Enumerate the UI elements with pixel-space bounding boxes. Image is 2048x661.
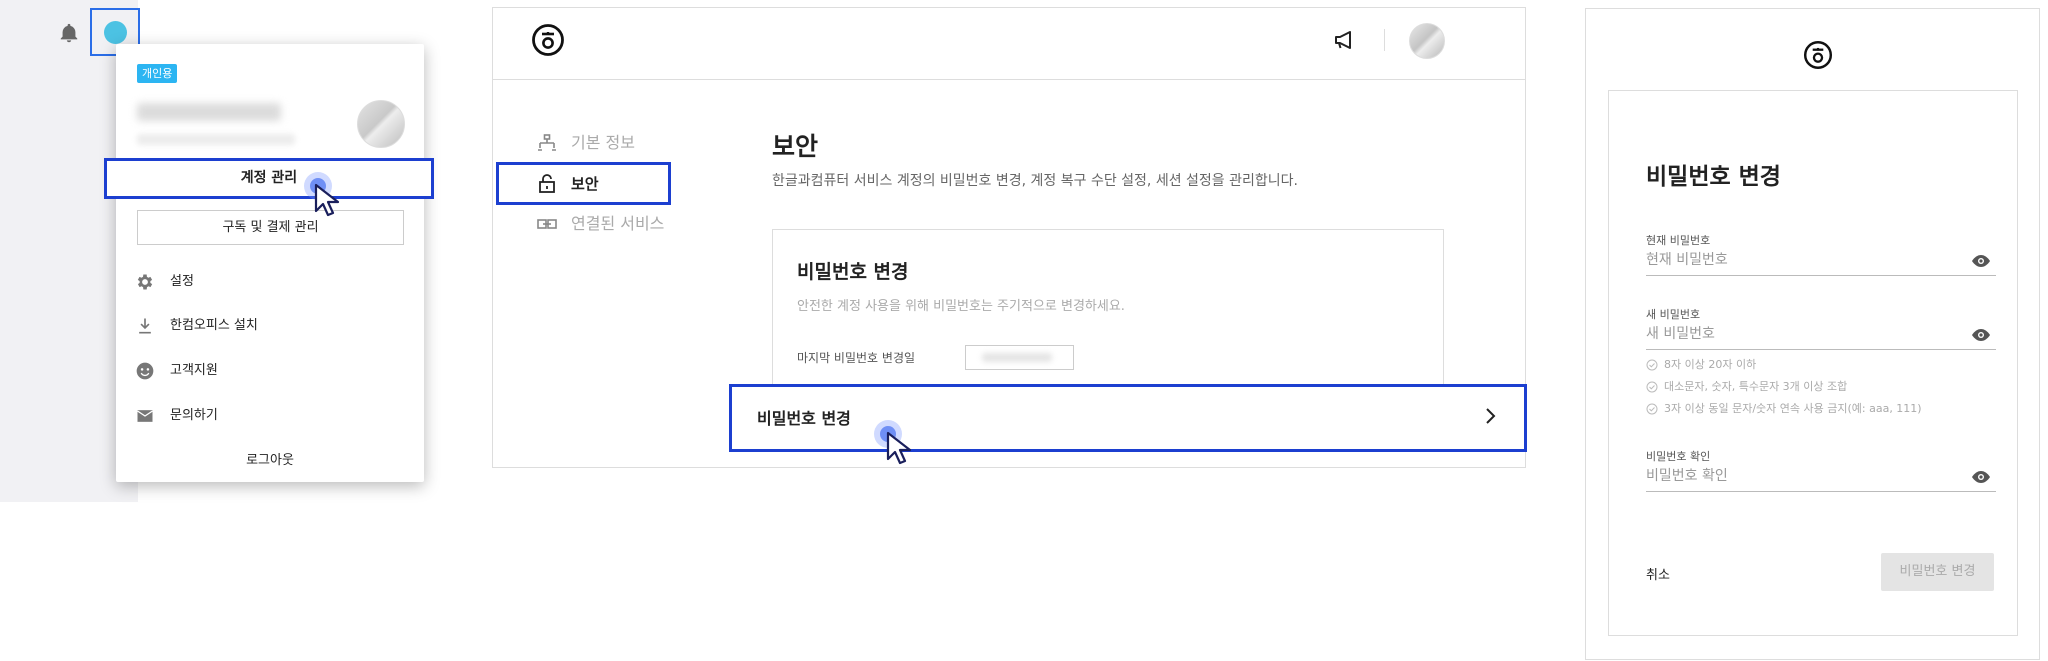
check-circle-icon (1646, 403, 1658, 415)
avatar[interactable] (1409, 23, 1445, 59)
gear-icon (137, 274, 153, 290)
check-circle-icon (1646, 381, 1658, 393)
lock-icon (539, 174, 555, 193)
card-description: 안전한 계정 사용을 위해 비밀번호는 주기적으로 변경하세요. (797, 299, 1125, 314)
logout-link[interactable]: 로그아웃 (116, 449, 424, 468)
hancom-logo-icon (1803, 40, 1833, 70)
link-icon (537, 219, 557, 229)
header-separator (1384, 29, 1385, 51)
cursor-pointer-icon (886, 431, 912, 465)
check-circle-icon (1646, 359, 1658, 371)
menu-item-label: 문의하기 (170, 408, 218, 423)
mail-icon (137, 410, 153, 422)
rule-text: 3자 이상 동일 문자/숫자 연속 사용 금지(예: aaa, 111) (1664, 402, 1922, 415)
card-title: 비밀번호 변경 (797, 261, 909, 283)
menu-item-label: 설정 (170, 274, 194, 289)
current-password-label: 현재 비밀번호 (1646, 234, 1711, 247)
nav-item-label: 연결된 서비스 (571, 214, 665, 233)
eye-icon[interactable] (1971, 328, 1991, 342)
rule-text: 8자 이상 20자 이하 (1664, 358, 1757, 371)
menu-item-label: 한컴오피스 설치 (170, 318, 258, 333)
new-password-input[interactable]: 새 비밀번호 (1646, 321, 1996, 350)
person-network-icon (538, 134, 556, 151)
header-divider (492, 79, 1526, 80)
avatar[interactable] (104, 21, 127, 44)
page-title: 보안 (772, 132, 819, 161)
user-email-redacted (137, 134, 295, 145)
eye-icon[interactable] (1971, 254, 1991, 268)
submit-button[interactable]: 비밀번호 변경 (1881, 553, 1994, 591)
page-description: 한글과컴퓨터 서비스 계정의 비밀번호 변경, 계정 복구 수단 설정, 세션 … (772, 173, 1298, 189)
cancel-button[interactable]: 취소 (1646, 564, 1670, 583)
profile-avatar (357, 100, 405, 148)
menu-item-label: 고객지원 (170, 363, 218, 378)
change-password-label: 비밀번호 변경 (757, 409, 851, 428)
bell-icon[interactable] (58, 21, 80, 45)
user-name-redacted (137, 103, 281, 121)
manage-account-button[interactable]: 계정 관리 (104, 158, 434, 199)
chevron-right-icon (1486, 408, 1496, 424)
hancom-logo-icon[interactable] (531, 23, 565, 57)
new-password-label: 새 비밀번호 (1646, 308, 1701, 321)
eye-icon[interactable] (1971, 470, 1991, 484)
rule-text: 대소문자, 숫자, 특수문자 3개 이상 조합 (1664, 380, 1848, 393)
form-title: 비밀번호 변경 (1646, 164, 1781, 190)
smiley-icon (136, 362, 154, 380)
subscription-billing-button[interactable]: 구독 및 결제 관리 (137, 210, 404, 245)
confirm-password-label: 비밀번호 확인 (1646, 450, 1711, 463)
download-icon (139, 318, 151, 334)
nav-item-label: 보안 (571, 175, 599, 193)
current-password-input[interactable]: 현재 비밀번호 (1646, 247, 1996, 276)
confirm-password-input[interactable]: 비밀번호 확인 (1646, 463, 1996, 492)
cursor-pointer-icon (314, 183, 340, 217)
megaphone-icon[interactable] (1333, 29, 1357, 51)
last-changed-date-redacted (982, 353, 1052, 362)
nav-item-label: 기본 정보 (571, 133, 635, 152)
last-changed-label: 마지막 비밀번호 변경일 (797, 351, 916, 365)
plan-badge: 개인용 (137, 64, 178, 83)
